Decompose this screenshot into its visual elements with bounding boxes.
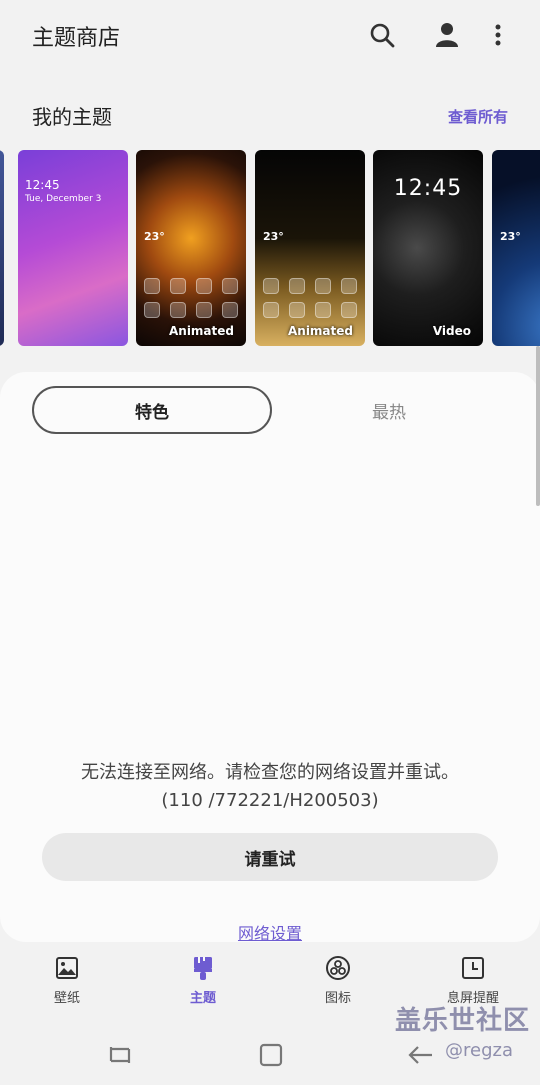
my-themes-title: 我的主题 (32, 105, 112, 129)
watermark-handle: @regza (445, 1040, 513, 1061)
back-icon[interactable] (406, 1041, 436, 1069)
thumb-weather: 23° (500, 230, 521, 243)
content-panel: 特色 最热 无法连接至网络。请检查您的网络设置并重试。 (110 /772221… (0, 372, 540, 944)
my-themes-carousel[interactable]: 12:45 Tue, December 3 23° Animated 23° A… (0, 150, 540, 348)
thumb-date: Tue, December 3 (25, 194, 102, 204)
view-all-link[interactable]: 查看所有 (448, 106, 508, 127)
nav-themes[interactable]: 主题 (158, 955, 248, 1006)
theme-thumbnail[interactable]: 23° Animated (255, 150, 365, 346)
nav-aod[interactable]: 息屏提醒 (428, 955, 518, 1006)
theme-thumbnail[interactable]: 12:45 Video (373, 150, 483, 346)
recents-icon[interactable] (105, 1041, 135, 1069)
retry-button[interactable]: 请重试 (42, 833, 498, 881)
home-icon[interactable] (256, 1041, 286, 1069)
image-icon (56, 957, 78, 979)
theme-thumbnail[interactable] (0, 150, 4, 346)
search-icon[interactable] (365, 18, 399, 52)
more-vert-icon[interactable] (481, 18, 515, 52)
account-icon[interactable] (430, 18, 464, 52)
error-message: 无法连接至网络。请检查您的网络设置并重试。 (81, 762, 459, 783)
brush-icon (194, 957, 212, 980)
tab-featured[interactable]: 特色 (32, 386, 272, 434)
watermark-text: 盖乐世社区 (395, 1006, 531, 1036)
theme-thumbnail[interactable]: 12:45 Tue, December 3 (18, 150, 128, 346)
theme-thumbnail[interactable]: 23° Animated (136, 150, 246, 346)
nav-wallpapers[interactable]: 壁纸 (22, 955, 112, 1006)
thumb-app-grid (263, 278, 359, 318)
nav-label-wallpapers: 壁纸 (53, 991, 80, 1006)
nav-label-themes: 主题 (189, 991, 216, 1006)
scrollbar[interactable] (536, 346, 540, 506)
thumb-weather: 23° (263, 230, 284, 243)
tab-bar: 特色 最热 (32, 386, 508, 434)
theme-thumbnail[interactable]: 23° (492, 150, 540, 346)
thumb-app-grid (144, 278, 240, 318)
nav-icons[interactable]: 图标 (293, 955, 383, 1006)
thumb-clock: 12:45 (393, 176, 463, 201)
thumb-weather: 23° (144, 230, 165, 243)
top-app-bar: 主题商店 (0, 0, 540, 72)
video-badge: Video (432, 324, 471, 338)
icons-icon (326, 956, 350, 980)
network-settings-link[interactable]: 网络设置 (0, 920, 540, 944)
app-title: 主题商店 (32, 26, 121, 51)
error-code: (110 /772221/H200503) (161, 790, 379, 811)
nav-label-icons: 图标 (324, 991, 351, 1006)
animated-badge: Animated (287, 324, 353, 338)
tab-popular[interactable]: 最热 (270, 386, 508, 434)
clock-icon (462, 957, 484, 979)
thumb-clock: 12:45 (25, 178, 60, 192)
animated-badge: Animated (168, 324, 234, 338)
